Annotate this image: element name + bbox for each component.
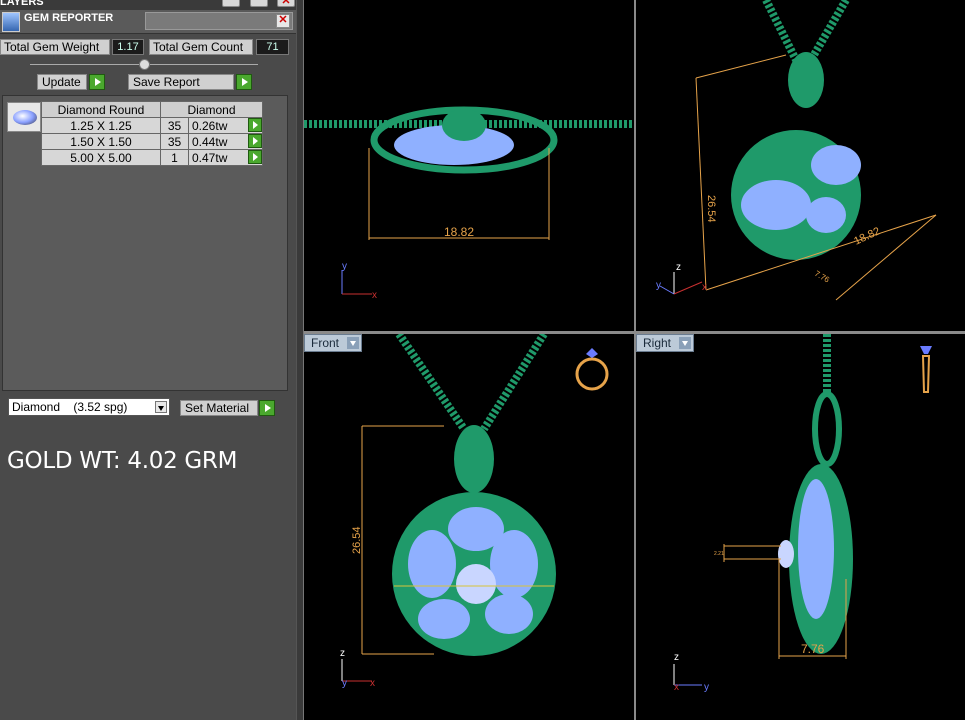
total-gem-weight-value: 1.17 <box>112 39 144 55</box>
axis-y-label: y <box>342 678 347 689</box>
front-view-render: 26.54 z y x <box>340 334 609 689</box>
layers-title: LAYERS <box>0 0 44 8</box>
gem-count: 35 <box>160 117 189 134</box>
right-view-selector[interactable]: Right <box>636 334 695 352</box>
gem-weight: 0.44tw <box>192 134 228 149</box>
total-gem-weight-label: Total Gem Weight <box>0 39 110 55</box>
gem-count: 35 <box>160 133 189 150</box>
material-select-value: Diamond (3.52 spg) <box>12 400 128 414</box>
total-gem-count-label: Total Gem Count <box>149 39 253 55</box>
axis-y-label: y <box>704 682 709 693</box>
right-view-render: 2.21 7.76 z x y <box>673 334 932 693</box>
panel-splitter[interactable] <box>296 0 304 720</box>
gem-reporter-panel: LAYERS ✕ GEM REPORTER ✕ Total Gem Weight… <box>0 0 296 720</box>
gem-weight-cell: 0.26tw <box>188 117 263 134</box>
table-row: 5.00 X 5.00 1 0.47tw <box>41 149 263 166</box>
close-panel-icon[interactable]: ✕ <box>276 14 290 28</box>
right-small-dimension: 2.21 <box>714 551 724 557</box>
slider-handle[interactable] <box>139 59 150 70</box>
update-button[interactable]: Update <box>37 74 87 90</box>
header-tab <box>145 12 293 30</box>
axis-x-label: x <box>372 290 377 301</box>
viewport-right[interactable]: 2.21 7.76 z x y Right <box>636 334 965 720</box>
front-view-label: Front <box>311 336 340 350</box>
ring-icon <box>575 348 609 391</box>
panel-title: GEM REPORTER <box>24 12 114 24</box>
axis-z-label: z <box>674 652 679 663</box>
save-report-go-icon[interactable] <box>236 74 252 90</box>
select-row-icon[interactable] <box>248 134 262 148</box>
gem-size: 5.00 X 5.00 <box>41 149 161 166</box>
gem-weight-cell: 0.44tw <box>188 133 263 150</box>
select-row-icon[interactable] <box>248 118 262 132</box>
front-view-selector[interactable]: Front <box>304 334 363 352</box>
chevron-down-icon[interactable] <box>679 337 692 349</box>
select-row-icon[interactable] <box>248 150 262 164</box>
total-gem-count-value: 71 <box>256 39 289 55</box>
column-header-shape: Diamond Round <box>41 101 161 118</box>
perspective-depth-dimension: 7.76 <box>813 269 831 285</box>
update-go-icon[interactable] <box>89 74 105 90</box>
axis-x-label: x <box>370 678 375 689</box>
axis-y-label: y <box>342 261 347 272</box>
gem-count: 1 <box>160 149 189 166</box>
set-material-go-icon[interactable] <box>259 400 275 416</box>
layers-bar: LAYERS ✕ <box>0 0 296 10</box>
axis-z-label: z <box>340 648 345 659</box>
axis-y-label: y <box>656 280 661 291</box>
chevron-down-icon[interactable] <box>155 401 167 413</box>
top-view-render: 18.82 y x <box>304 106 634 301</box>
visibility-toggle-icon[interactable] <box>250 0 268 7</box>
earring-icon <box>920 346 932 393</box>
chevron-down-icon[interactable] <box>347 337 360 349</box>
material-select[interactable]: Diamond (3.52 spg) <box>8 398 170 416</box>
gem-weight-cell: 0.47tw <box>188 149 263 166</box>
diamond-round-icon[interactable] <box>7 102 41 132</box>
axis-z-label: z <box>676 262 681 273</box>
gem-size: 1.25 X 1.25 <box>41 117 161 134</box>
gem-reporter-icon <box>2 12 20 32</box>
gem-table: Diamond Round Diamond 1.25 X 1.25 35 0.2… <box>41 101 263 166</box>
right-depth-dimension: 7.76 <box>801 642 825 656</box>
top-width-dimension: 18.82 <box>444 225 474 239</box>
viewport-top[interactable]: 18.82 y x <box>304 0 634 331</box>
table-row: 1.25 X 1.25 35 0.26tw <box>41 117 263 134</box>
axis-x-label: x <box>674 682 679 693</box>
viewport-front[interactable]: 26.54 z y x Front <box>304 334 634 720</box>
eye-icon[interactable] <box>222 0 240 7</box>
gem-size: 1.50 X 1.50 <box>41 133 161 150</box>
perspective-render: 26.54 18.82 7.76 z y x <box>656 0 937 301</box>
gem-reporter-header: GEM REPORTER ✕ <box>0 10 296 34</box>
axis-x-label: x <box>702 282 707 293</box>
viewport-perspective[interactable]: 26.54 18.82 7.76 z y x <box>636 0 965 331</box>
column-header-stone: Diamond <box>160 101 263 118</box>
gem-weight: 0.47tw <box>192 150 228 165</box>
gem-list: Diamond Round Diamond 1.25 X 1.25 35 0.2… <box>2 95 288 391</box>
set-material-button[interactable]: Set Material <box>180 400 258 416</box>
gold-weight-text: GOLD WT: 4.02 GRM <box>7 448 238 474</box>
save-report-button[interactable]: Save Report <box>128 74 234 90</box>
table-row: 1.50 X 1.50 35 0.44tw <box>41 133 263 150</box>
perspective-width-dimension: 18.82 <box>852 225 882 248</box>
right-view-label: Right <box>643 336 672 350</box>
front-height-dimension: 26.54 <box>351 526 363 554</box>
gem-weight: 0.26tw <box>192 118 228 133</box>
close-icon[interactable]: ✕ <box>277 0 295 7</box>
perspective-height-dimension: 26.54 <box>705 195 717 223</box>
